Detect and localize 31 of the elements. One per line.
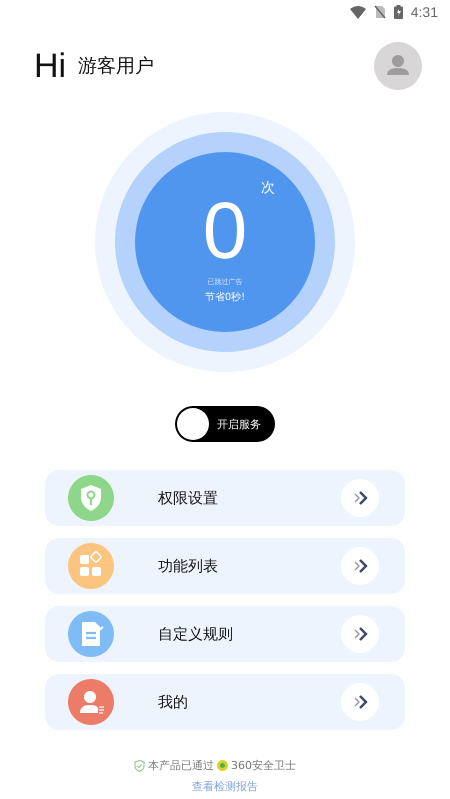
menu-label: 我的 (158, 692, 188, 712)
avatar-icon[interactable] (374, 42, 422, 90)
menu-label: 功能列表 (158, 556, 218, 576)
double-chevron-icon (341, 683, 379, 721)
note-icon (68, 611, 114, 657)
menu-card[interactable]: 权限设置 (45, 470, 405, 526)
vendor-name: 360安全卫士 (231, 758, 296, 773)
double-chevron-icon (341, 479, 379, 517)
user-name: 游客用户 (78, 54, 154, 79)
no-sim-icon (374, 5, 386, 19)
service-toggle[interactable]: 开启服务 (175, 406, 275, 442)
menu-card[interactable]: 功能列表 (45, 538, 405, 594)
person-icon (68, 679, 114, 725)
skip-count: 0 (202, 190, 248, 270)
grid-icon (68, 543, 114, 589)
battery-icon (394, 5, 403, 19)
double-chevron-icon (341, 547, 379, 585)
shield-icon (68, 475, 114, 521)
shield-check-icon (134, 760, 145, 772)
vendor-logo-icon (217, 760, 228, 771)
certified-text: 本产品已通过 (148, 758, 214, 773)
menu-label: 自定义规则 (158, 624, 233, 644)
wifi-icon (350, 6, 366, 18)
greeting: Hi (34, 46, 66, 86)
menu-card[interactable]: 自定义规则 (45, 606, 405, 662)
menu-label: 权限设置 (158, 488, 218, 508)
menu-card[interactable]: 我的 (45, 674, 405, 730)
time-saved: 节省0秒! (204, 290, 246, 304)
status-time: 4:31 (410, 4, 438, 20)
count-unit: 次 (260, 178, 275, 196)
double-chevron-icon (341, 615, 379, 653)
